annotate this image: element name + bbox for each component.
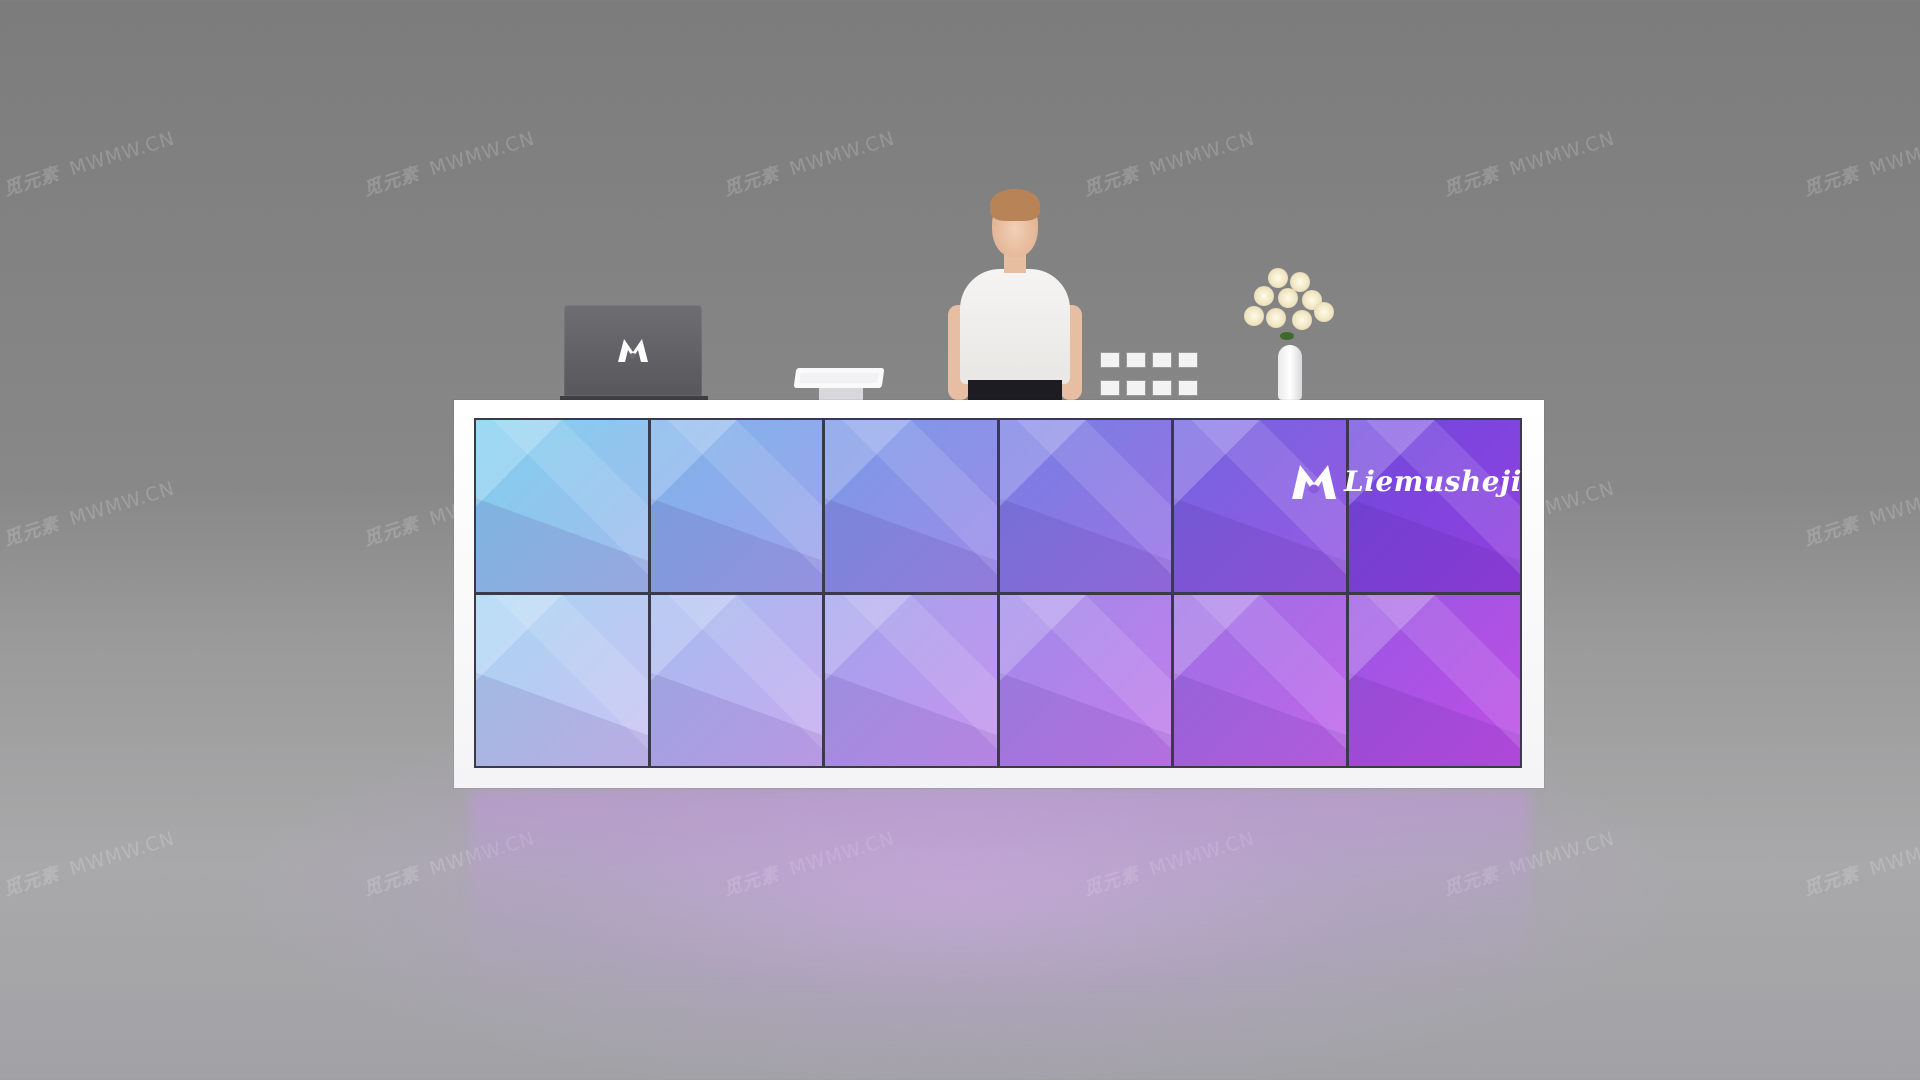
tablet-screen [793, 368, 885, 388]
led-wall-panel [999, 420, 1171, 592]
watermark-cn-text: 觅元素 [1081, 163, 1142, 201]
brand-logo: Liemusheji [1290, 456, 1522, 506]
rose [1292, 310, 1312, 330]
watermark-site-text: MWMW.CN [66, 127, 178, 181]
card-slot [1126, 380, 1146, 396]
receptionist-skirt [968, 380, 1062, 400]
watermark-site-text: MWMW.CN [1506, 127, 1618, 181]
vase-body [1278, 345, 1302, 400]
rose [1244, 306, 1264, 326]
watermark-site-text: MWMW.CN [1866, 827, 1920, 881]
watermark-site-text: MWMW.CN [1866, 477, 1920, 531]
led-wall-panel [476, 420, 648, 592]
card-slot [1100, 352, 1120, 368]
brand-m-logo-icon [1292, 465, 1336, 499]
card-slot [1126, 352, 1146, 368]
rose [1314, 302, 1334, 322]
laptop-lid [564, 305, 702, 396]
watermark-cn-text: 觅元素 [721, 163, 782, 201]
led-wall-panel [650, 420, 822, 592]
reception-counter: Liemusheji [454, 400, 1544, 788]
watermark: 觅元素MWMW.CN [1080, 125, 1258, 202]
watermark-cn-text: 觅元素 [361, 163, 422, 201]
rose [1278, 288, 1298, 308]
led-wall-panel [825, 594, 997, 766]
watermark: 觅元素MWMW.CN [0, 825, 178, 902]
exhibition-scene: 觅元素MWMW.CN 觅元素MWMW.CN 觅元素MWMW.CN 觅元素MWMW.CN… [0, 0, 1920, 1080]
led-wall-panel [1348, 594, 1520, 766]
rose [1266, 308, 1286, 328]
receptionist-figure [940, 189, 1090, 400]
watermark-cn-text: 觅元素 [1801, 513, 1862, 551]
leaf [1280, 332, 1294, 340]
brand-name: Liemusheji [1344, 464, 1522, 498]
watermark-cn-text: 觅元素 [361, 513, 422, 551]
card-slot [1152, 380, 1172, 396]
led-wall-panel [1174, 594, 1346, 766]
rose [1254, 286, 1274, 306]
watermark-cn-text: 觅元素 [1, 163, 62, 201]
card-slot [1152, 352, 1172, 368]
watermark-cn-text: 觅元素 [1, 513, 62, 551]
watermark-site-text: MWMW.CN [66, 827, 178, 881]
watermark-cn-text: 觅元素 [1441, 163, 1502, 201]
card-slot [1178, 380, 1198, 396]
watermark-site-text: MWMW.CN [426, 127, 538, 181]
watermark: 觅元素MWMW.CN [1800, 825, 1920, 902]
watermark: 觅元素MWMW.CN [720, 125, 898, 202]
floor-reflection [470, 790, 1530, 990]
watermark-site-text: MWMW.CN [786, 127, 898, 181]
led-wall-panel [999, 594, 1171, 766]
receptionist-blouse [960, 269, 1070, 384]
flower-vase [1272, 345, 1308, 400]
watermark-cn-text: 觅元素 [1, 863, 62, 901]
watermark: 觅元素MWMW.CN [360, 125, 538, 202]
card-slot [1178, 352, 1198, 368]
receptionist-hair [990, 189, 1040, 221]
watermark: 觅元素MWMW.CN [1440, 125, 1618, 202]
watermark: 觅元素MWMW.CN [1800, 125, 1920, 202]
watermark: 觅元素MWMW.CN [1800, 475, 1920, 552]
watermark-site-text: MWMW.CN [66, 477, 178, 531]
flower-bouquet [1240, 262, 1340, 352]
laptop [560, 305, 708, 400]
tablet-stand [819, 388, 863, 400]
laptop-m-logo-icon [618, 339, 648, 362]
watermark: 觅元素MWMW.CN [0, 475, 178, 552]
watermark-site-text: MWMW.CN [1146, 127, 1258, 181]
led-wall-panel [650, 594, 822, 766]
watermark: 觅元素MWMW.CN [0, 125, 178, 202]
rose [1268, 268, 1288, 288]
watermark-cn-text: 觅元素 [361, 863, 422, 901]
led-wall-panel [476, 594, 648, 766]
led-wall-panel [825, 420, 997, 592]
tablet-kiosk [793, 368, 885, 400]
watermark-cn-text: 觅元素 [1801, 863, 1862, 901]
business-card-holder [1100, 350, 1200, 400]
card-slot [1100, 380, 1120, 396]
watermark-site-text: MWMW.CN [1866, 127, 1920, 181]
watermark-cn-text: 觅元素 [1801, 163, 1862, 201]
